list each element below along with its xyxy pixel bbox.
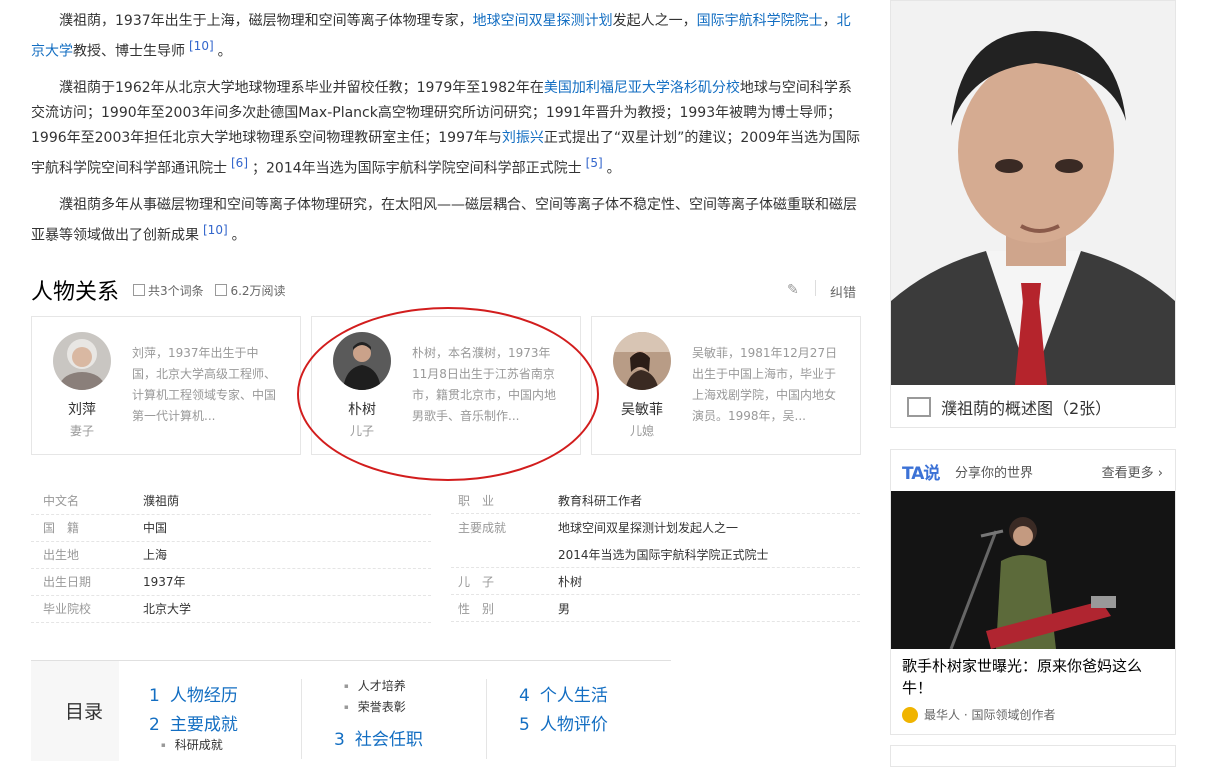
article-image[interactable] [891,491,1175,649]
reference-link[interactable]: [6] [231,156,248,170]
toc-item-5[interactable]: 5 人物评价 [519,710,608,735]
intro-paragraph-2: 濮祖荫于1962年从北京大学地球物理系毕业并留校任教；1979年至1982年在美… [31,80,861,177]
report-error-link[interactable]: 纠错 [830,282,856,301]
link-ucla[interactable]: 美国加利福尼亚大学洛杉矶分校 [544,80,740,96]
relation-card-wife[interactable]: 刘萍 妻子 刘萍，1937年出生于中国，北京大学高级工程师、计算机工程领域专家、… [31,316,301,455]
toc-item-4[interactable]: 4 个人生活 [519,681,608,706]
divider [301,679,302,759]
highlight-circle-annotation [297,307,599,481]
info-row: 主要成就 地球空间双星探测计划发起人之一 [458,521,739,535]
relation-card-daughter-in-law[interactable]: 吴敏菲 儿媳 吴敏菲，1981年12月27日出生于中国上海市，毕业于上海戏剧学院… [591,316,861,455]
toc-item-2[interactable]: 2 主要成就 [149,710,238,735]
relations-title: 人物关系 [31,280,120,305]
entries-icon [133,284,145,296]
info-row: 性 别男 [458,602,571,616]
intro-paragraph-3: 濮祖荫多年从事磁层物理和空间等离子体物理研究，在太阳风——磁层耦合、空间等离子体… [31,197,857,244]
avatar [613,332,671,390]
toc-item-1[interactable]: 1 人物经历 [149,681,238,706]
divider [815,280,816,296]
summary-picture-box[interactable]: 濮祖荫的概述图（2张） [890,0,1176,428]
pencil-icon[interactable]: ✎ [787,282,801,298]
article-title[interactable]: 歌手朴树家世曝光：原来你爸妈这么牛！ [902,655,1160,699]
table-of-contents: 目录 1人物经历 2主要成就 科研成就 人才培养 荣誉表彰 3社会任职 4个人生… [31,660,671,761]
relations-meta: 共3个词条 6.2万阅读 [133,282,294,299]
info-row: 2014年当选为国际宇航科学院正式院士 [558,548,769,562]
avatar [53,332,111,390]
relation-role: 妻子 [69,424,94,438]
article-author[interactable]: 最华人 · 国际领域创作者 [902,706,1055,723]
author-avatar-icon [902,707,918,723]
summary-picture-caption[interactable]: 濮祖荫的概述图（2张） [907,395,1111,419]
picture-icon [907,397,931,417]
reference-link[interactable]: [5] [586,156,603,170]
toc-label: 目录 [31,661,119,761]
reference-link[interactable]: [10] [189,39,214,53]
ta-logo: TA说 [902,464,940,484]
ta-subtitle: 分享你的世界 [955,466,1034,481]
toc-sub-talent[interactable]: 人才培养 [344,677,406,694]
link-pu-shu[interactable]: 朴树 [558,573,582,590]
book-icon [215,284,228,296]
toc-sub-research[interactable]: 科研成就 [161,736,223,753]
ta-shuo-panel: TA说 分享你的世界 查看更多 › 歌手朴树家世曝光：原来你爸妈这么牛！ 最华人… [890,449,1176,735]
divider [486,679,487,759]
info-row: 职 业教育科研工作者 [458,494,643,508]
relation-role: 儿媳 [629,424,654,438]
link-liu-zhenxing[interactable]: 刘振兴 [502,130,544,146]
relation-desc: 吴敏菲，1981年12月27日出生于中国上海市，毕业于上海戏剧学院，中国内地女演… [692,346,838,423]
portrait-photo[interactable] [891,1,1175,385]
toc-sub-honors[interactable]: 荣誉表彰 [344,698,406,715]
relations-header: 人物关系 共3个词条 6.2万阅读 ✎ 纠错 [31,274,860,305]
view-more-link[interactable]: 查看更多 › [1102,462,1163,481]
link-double-star-program[interactable]: 地球空间双星探测计划 [473,13,613,29]
relation-name: 吴敏菲 [621,402,663,418]
reference-link[interactable]: [10] [203,223,228,237]
relation-desc: 刘萍，1937年出生于中国，北京大学高级工程师、计算机工程领域专家、中国第一代计… [132,346,277,423]
info-row: 儿 子朴树 [458,573,583,590]
link-iaa-academician[interactable]: 国际宇航科学院院士 [697,13,823,29]
next-panel [890,745,1176,767]
toc-item-3[interactable]: 3 社会任职 [334,725,423,750]
intro-paragraph-1: 濮祖荫，1937年出生于上海，磁层物理和空间等离子体物理专家，地球空间双星探测计… [31,13,851,60]
relation-name: 刘萍 [68,402,96,418]
